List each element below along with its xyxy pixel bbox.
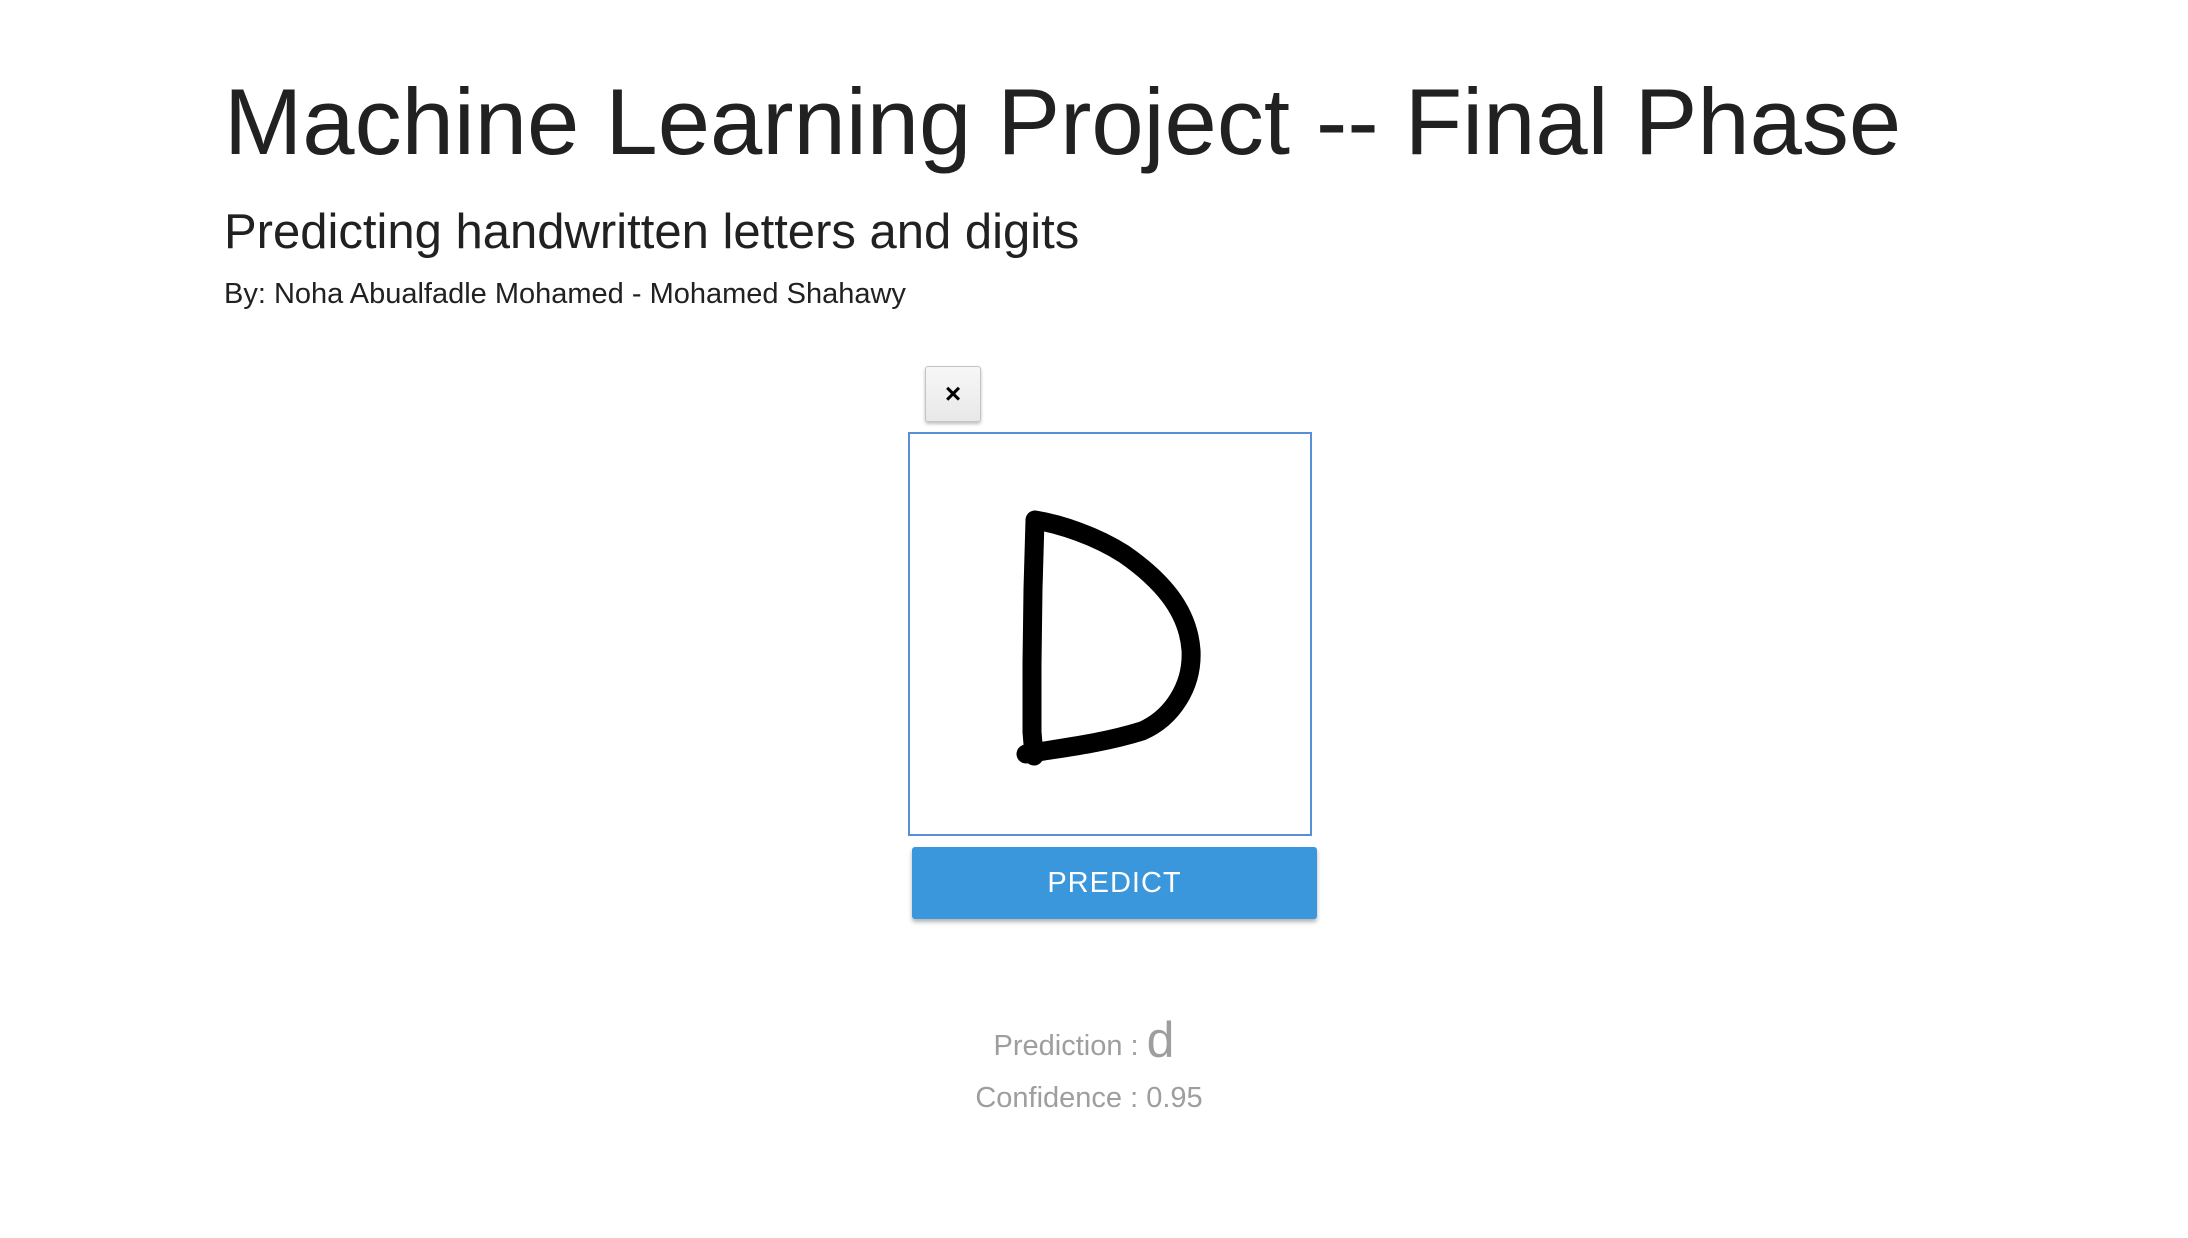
clear-canvas-button[interactable]: × [925,366,981,422]
prediction-label: Prediction : [993,1030,1139,1062]
page-subtitle: Predicting handwritten letters and digit… [224,205,1080,259]
page-title: Machine Learning Project -- Final Phase [224,69,1902,174]
handwritten-stroke [1016,510,1201,766]
authors-line: By: Noha Abualfadle Mohamed - Mohamed Sh… [224,278,906,310]
page: Machine Learning Project -- Final Phase … [0,0,2188,1238]
confidence-value: 0.95 [1146,1082,1203,1114]
confidence-result: Confidence : 0.95 [0,1078,2183,1118]
close-icon: × [944,378,962,409]
prediction-result: Prediction : d [0,1012,2178,1068]
predict-button[interactable]: PREDICT [912,847,1317,919]
prediction-value: d [1146,1012,1175,1068]
drawing-canvas[interactable] [908,432,1312,836]
confidence-label: Confidence : [975,1082,1139,1114]
